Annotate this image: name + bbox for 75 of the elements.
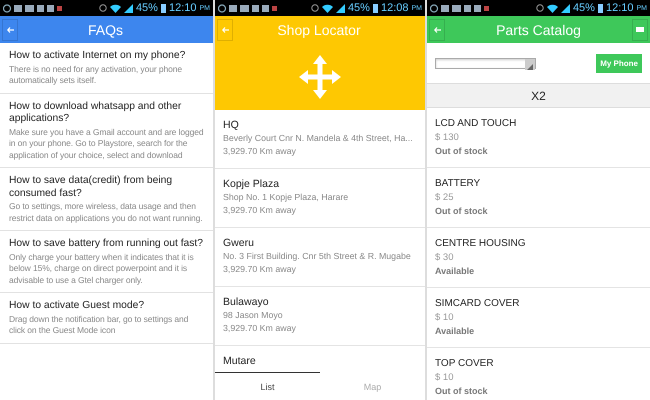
screen-title: FAQs	[86, 22, 124, 38]
battery-icon	[598, 3, 603, 13]
faq-question: How to activate Internet on my phone?	[9, 50, 186, 62]
notification-icons-drawing	[218, 4, 278, 12]
part-name: LCD AND TOUCH	[435, 117, 518, 131]
screen-title: Parts Catalog	[495, 22, 582, 38]
menu-button[interactable]	[632, 18, 648, 40]
shop-distance: 3,929.70 Km away	[223, 263, 297, 276]
screen-title: Shop Locator	[276, 22, 362, 38]
faq-answer: Make sure you have a Gmail account and are logged in on your phone. Go to Playstore, search for the application of your choice, select and download	[9, 126, 204, 161]
shop-distance: 3,929.70 Km away	[223, 322, 297, 335]
part-name: SIMCARD COVER	[435, 297, 520, 311]
wifi-icon	[546, 4, 558, 12]
battery-icon	[160, 3, 166, 13]
faq-question: How to activate Guest mode?	[9, 300, 146, 312]
shop-address: Shop No. 1 Kopje Plaza, Harare	[223, 191, 350, 204]
stock-status: Available	[435, 325, 476, 338]
alarm-icon	[98, 4, 107, 12]
battery-percent: 45%	[572, 2, 595, 14]
faq-question: How to download whatsapp and other applications?	[9, 100, 182, 126]
shop-name: Gweru	[223, 236, 255, 250]
battery-percent: 45%	[348, 2, 370, 14]
stock-status: Out of stock	[435, 205, 489, 218]
wifi-icon	[322, 4, 333, 12]
part-price: $ 30	[435, 251, 454, 264]
wifi-icon	[110, 4, 121, 12]
alarm-icon	[310, 4, 319, 12]
back-arrow-icon	[6, 26, 14, 32]
part-name: TOP COVER	[435, 357, 495, 371]
signal-icon	[560, 4, 570, 12]
faq-answer: Drag down the notification bar, go to settings and click on the Guest Mode icon	[9, 314, 190, 336]
signal-icon	[124, 4, 133, 12]
part-price: $ 25	[435, 191, 454, 204]
signal-icon	[336, 4, 345, 12]
faq-question: How to save battery from running out fast?	[9, 238, 204, 250]
shop-name: Bulawayo	[223, 295, 270, 309]
shop-distance: 3,929.70 Km away	[223, 204, 297, 217]
faq-answer: Go to settings, more wireless, data usage and then restrict data on applications you do not want running.	[9, 201, 204, 224]
clock: 12:10	[606, 2, 634, 14]
shop-name: Mutare	[223, 354, 257, 368]
part-name: CENTRE HOUSING	[435, 237, 527, 251]
shop-name: HQ	[223, 118, 240, 132]
move-arrows-icon	[299, 54, 341, 98]
stock-status: Out of stock	[435, 385, 489, 398]
dropdown-arrow-icon	[527, 64, 533, 70]
battery-percent: 45%	[136, 2, 158, 14]
battery-icon	[372, 3, 378, 13]
faq-question: How to save data(credit) from being consumed fast?	[9, 175, 174, 200]
back-button[interactable]	[429, 18, 445, 40]
stock-status: Available	[435, 265, 476, 278]
model-header: X2	[427, 83, 650, 108]
menu-icon	[636, 27, 644, 32]
part-price: $ 10	[435, 311, 454, 324]
back-button[interactable]	[217, 18, 233, 40]
back-button[interactable]	[2, 18, 18, 40]
clock: 12:10	[168, 2, 196, 14]
shop-address: 98 Jason Moyo	[223, 309, 284, 322]
part-price: $ 130	[435, 131, 460, 144]
stock-status: Out of stock	[435, 145, 489, 158]
dropdown[interactable]	[435, 58, 536, 68]
part-name: BATTERY	[435, 177, 482, 191]
clock: 12:08	[380, 2, 408, 14]
notification-icons-drawing	[3, 4, 63, 12]
faq-answer: Only charge your battery when it indicates that it is below 15%, charge on direct powerpoint and it is advisable to use a Gtel charger only.	[9, 252, 195, 286]
back-arrow-icon	[434, 26, 440, 32]
shop-address: No. 3 First Building. Cnr 5th Street & R. Mugabe	[223, 250, 412, 263]
notification-icons-drawing	[430, 4, 490, 12]
shop-address: Beverly Court Cnr N. Mandela & 4th Street, Ha...	[223, 132, 414, 145]
back-arrow-icon	[222, 26, 228, 32]
part-price: $ 10	[435, 371, 454, 384]
shop-distance: 3,929.70 Km away	[223, 145, 297, 158]
alarm-icon	[536, 4, 544, 12]
faq-answer: There is no need for any activation, your phone automatically sets itself.	[9, 64, 183, 86]
my-phone-button[interactable]: My Phone	[596, 54, 642, 72]
shop-name: Kopje Plaza	[223, 177, 280, 191]
